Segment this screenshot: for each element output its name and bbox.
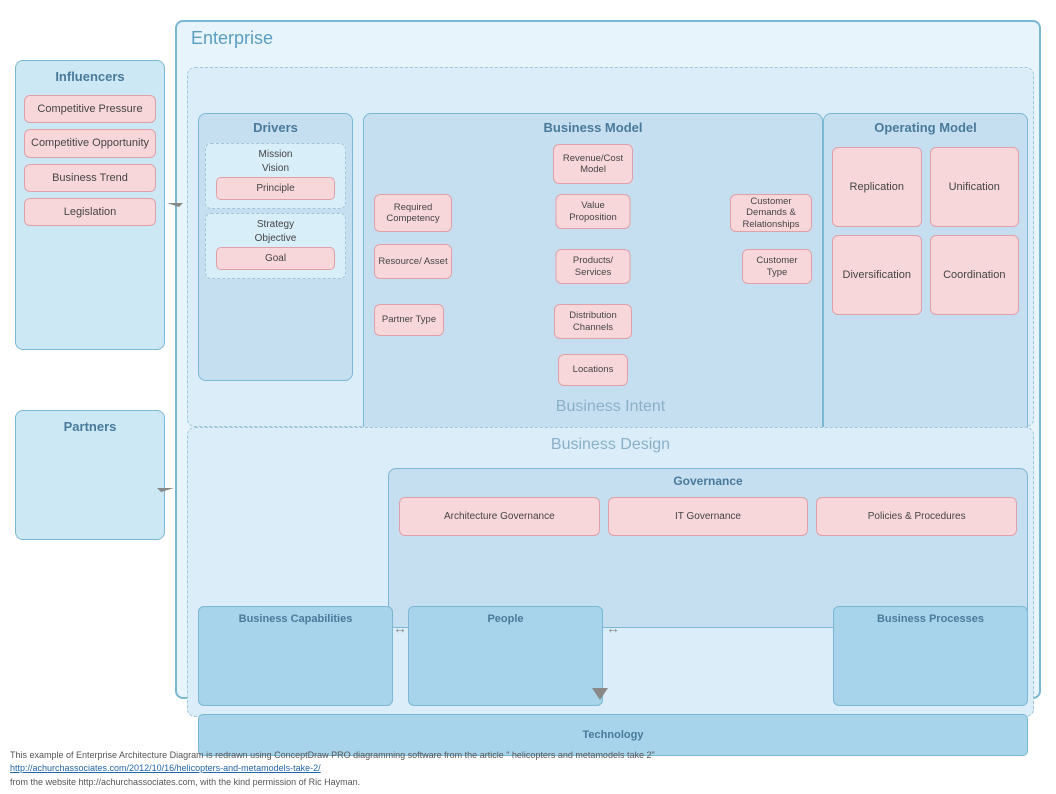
technology-label: Technology bbox=[583, 729, 644, 741]
governance-title: Governance bbox=[389, 469, 1027, 491]
strategy-label: Strategy bbox=[211, 219, 340, 230]
influencers-title: Influencers bbox=[16, 61, 164, 89]
it-governance-cell: IT Governance bbox=[608, 497, 809, 536]
value-proposition-node: Value Proposition bbox=[556, 194, 631, 229]
influencer-item-competitive-pressure: Competitive Pressure bbox=[24, 95, 156, 123]
governance-box: Governance Architecture Governance IT Go… bbox=[388, 468, 1028, 628]
drivers-title: Drivers bbox=[199, 114, 352, 139]
business-design-title: Business Design bbox=[188, 428, 1033, 458]
om-cell-replication: Replication bbox=[832, 147, 922, 227]
influencer-item-competitive-opportunity: Competitive Opportunity bbox=[24, 129, 156, 157]
goal-box: Goal bbox=[216, 247, 335, 270]
revenue-cost-node: Revenue/Cost Model bbox=[553, 144, 633, 184]
drivers-box: Drivers Mission Vision Principle Strateg… bbox=[198, 113, 353, 381]
business-model-title: Business Model bbox=[364, 114, 822, 139]
operating-model-grid: Replication Unification Diversification … bbox=[824, 139, 1027, 323]
enterprise-box: Enterprise Drivers Mission Vision Princi… bbox=[175, 20, 1041, 699]
people-box: People bbox=[408, 606, 603, 706]
influencers-box: Influencers Competitive Pressure Competi… bbox=[15, 60, 165, 350]
arrow-bc-people: ↔ bbox=[393, 620, 407, 636]
partners-box: Partners bbox=[15, 410, 165, 540]
partners-title: Partners bbox=[16, 411, 164, 439]
influencer-item-business-trend: Business Trend bbox=[24, 164, 156, 192]
business-processes-box: Business Processes bbox=[833, 606, 1028, 706]
om-cell-diversification: Diversification bbox=[832, 235, 922, 315]
governance-grid: Architecture Governance IT Governance Po… bbox=[389, 491, 1027, 542]
vision-label: Vision bbox=[211, 163, 340, 174]
om-cell-unification: Unification bbox=[930, 147, 1020, 227]
enterprise-title: Enterprise bbox=[191, 28, 273, 49]
locations-node: Locations bbox=[558, 354, 628, 386]
operating-model-title: Operating Model bbox=[824, 114, 1027, 139]
people-title: People bbox=[409, 607, 602, 628]
business-design-box: Business Design Governance Architecture … bbox=[187, 427, 1034, 717]
footer-line1: This example of Enterprise Architecture … bbox=[10, 749, 655, 763]
distribution-channels-node: Distribution Channels bbox=[554, 304, 632, 339]
business-intent-label: Business Intent bbox=[188, 398, 1033, 416]
business-capabilities-title: Business Capabilities bbox=[199, 607, 392, 628]
principle-box: Principle bbox=[216, 177, 335, 200]
arrow-people-bp: ↔ bbox=[606, 620, 620, 636]
footer: This example of Enterprise Architecture … bbox=[10, 749, 655, 790]
objective-label: Objective bbox=[211, 233, 340, 244]
arch-governance-cell: Architecture Governance bbox=[399, 497, 600, 536]
products-services-node: Products/ Services bbox=[556, 249, 631, 284]
om-cell-coordination: Coordination bbox=[930, 235, 1020, 315]
bottom-row: Business Capabilities ↔ People ↔ Busines… bbox=[198, 606, 1028, 706]
business-processes-title: Business Processes bbox=[834, 607, 1027, 628]
mission-vision-group: Mission Vision Principle bbox=[205, 143, 346, 209]
partner-type-node: Partner Type bbox=[374, 304, 444, 336]
influencer-item-legislation: Legislation bbox=[24, 198, 156, 226]
mission-label: Mission bbox=[211, 149, 340, 160]
business-capabilities-box: Business Capabilities bbox=[198, 606, 393, 706]
footer-line2: from the website http://achurchassociate… bbox=[10, 776, 655, 790]
footer-link[interactable]: http://achurchassociates.com/2012/10/16/… bbox=[10, 763, 321, 773]
page: Influencers Competitive Pressure Competi… bbox=[0, 0, 1056, 794]
policies-procedures-cell: Policies & Procedures bbox=[816, 497, 1017, 536]
customer-type-node: Customer Type bbox=[742, 249, 812, 284]
customer-demands-node: Customer Demands & Relationships bbox=[730, 194, 812, 232]
resource-asset-node: Resource/ Asset bbox=[374, 244, 452, 279]
strategy-group: Strategy Objective Goal bbox=[205, 213, 346, 279]
required-competency-node: Required Competency bbox=[374, 194, 452, 232]
